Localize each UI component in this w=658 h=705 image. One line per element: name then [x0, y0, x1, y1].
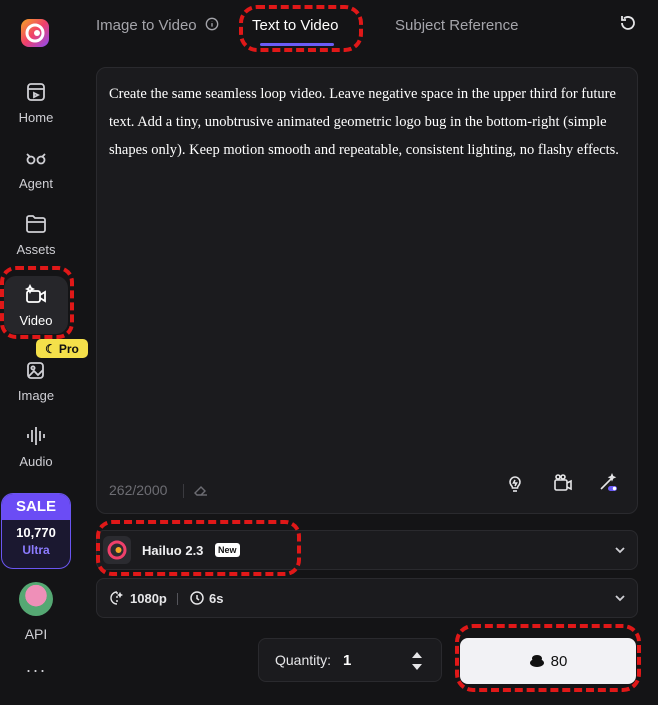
- tab-image-to-video[interactable]: Image to Video: [96, 17, 219, 34]
- more-menu-icon[interactable]: ···: [0, 660, 72, 681]
- camera-icon[interactable]: [552, 472, 574, 494]
- chevron-down-icon: [615, 547, 625, 554]
- prompt-input[interactable]: Create the same seamless loop video. Lea…: [109, 80, 631, 164]
- app-logo-icon[interactable]: [20, 18, 50, 48]
- sidebar: Home Agent Assets Video ☾ Pro Image Audi…: [0, 0, 88, 705]
- eraser-icon[interactable]: [193, 482, 209, 498]
- sidebar-item-label: Agent: [19, 175, 53, 191]
- sidebar-item-label: Home: [18, 109, 54, 125]
- sale-card[interactable]: SALE 10,770 Ultra: [1, 493, 71, 569]
- generate-cost: 80: [550, 652, 568, 670]
- stepper-arrows-icon[interactable]: [409, 648, 425, 674]
- active-tab-indicator: [260, 43, 334, 46]
- sidebar-item-label: Assets: [16, 241, 56, 257]
- resolution-icon: [110, 591, 124, 605]
- sidebar-item-assets[interactable]: Assets: [4, 204, 68, 264]
- quantity-label: Quantity:: [275, 652, 332, 668]
- model-selector[interactable]: Hailuo 2.3 New: [96, 530, 638, 570]
- credits-icon: [529, 655, 544, 667]
- api-avatar-icon[interactable]: [19, 582, 53, 616]
- hailuo-logo-icon: [103, 536, 131, 564]
- divider: [183, 484, 184, 498]
- sidebar-item-home[interactable]: Home: [4, 72, 68, 132]
- agent-icon: [26, 152, 46, 164]
- info-icon[interactable]: [205, 17, 219, 31]
- home-icon: [27, 82, 45, 101]
- char-count: 262/2000: [109, 482, 168, 498]
- new-badge: New: [215, 543, 240, 557]
- refresh-icon[interactable]: [618, 13, 638, 33]
- sidebar-item-label: Video: [19, 312, 53, 328]
- clock-icon: [190, 591, 204, 605]
- sidebar-item-video[interactable]: Video: [4, 276, 68, 334]
- folder-icon: [26, 214, 46, 233]
- quantity-stepper[interactable]: Quantity: 1: [258, 638, 442, 682]
- sale-title: SALE: [2, 494, 70, 520]
- sidebar-item-audio[interactable]: Audio: [4, 416, 68, 476]
- tab-subject-reference[interactable]: Subject Reference: [395, 17, 518, 34]
- chevron-down-icon: [615, 595, 625, 602]
- sidebar-item-label: Image: [17, 387, 55, 403]
- image-icon: [27, 361, 44, 379]
- tab-text-to-video[interactable]: Text to Video: [252, 17, 338, 34]
- sale-plan: Ultra: [22, 543, 50, 557]
- prompt-box[interactable]: Create the same seamless loop video. Lea…: [96, 67, 638, 514]
- settings-selector[interactable]: 1080p 6s: [96, 578, 638, 618]
- audio-icon: [27, 426, 45, 445]
- api-label[interactable]: API: [0, 626, 72, 642]
- model-name: Hailuo 2.3: [142, 543, 204, 558]
- resolution-value: 1080p: [130, 591, 167, 606]
- lightbulb-icon[interactable]: [504, 472, 526, 494]
- sidebar-item-agent[interactable]: Agent: [4, 138, 68, 198]
- duration-value: 6s: [209, 591, 224, 606]
- sidebar-item-image[interactable]: Image: [4, 350, 68, 410]
- sidebar-item-label: Audio: [19, 453, 53, 469]
- magic-wand-toggle-icon[interactable]: [597, 472, 619, 494]
- sale-amount: 10,770: [16, 525, 56, 540]
- divider: [177, 593, 178, 605]
- video-icon: [24, 283, 46, 303]
- generate-button[interactable]: 80: [460, 638, 636, 684]
- quantity-value: 1: [343, 652, 352, 669]
